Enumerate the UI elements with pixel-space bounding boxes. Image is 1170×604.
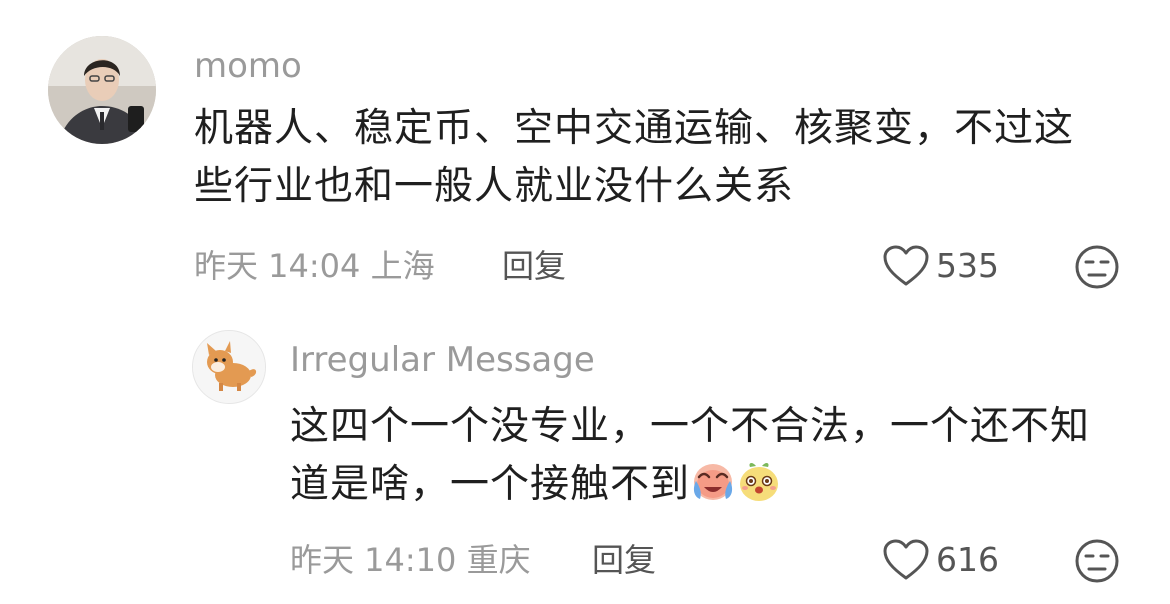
comment-time: 昨天 14:10 (290, 541, 457, 579)
username[interactable]: momo (194, 46, 302, 86)
dislike-button[interactable] (1074, 244, 1120, 294)
comment-meta: 昨天 14:04 上海 (194, 246, 435, 286)
like-count: 535 (936, 246, 999, 285)
reply-button[interactable]: 回复 (502, 246, 566, 286)
avatar[interactable] (48, 36, 156, 144)
comment-text: 这四个一个没专业，一个不合法，一个还不知 道是啥，一个接触不到 (290, 398, 1140, 514)
comment-location: 重庆 (466, 541, 531, 579)
comment-text: 机器人、稳定币、空中交通运输、核聚变，不过这 些行业也和一般人就业没什么关系 (194, 100, 1134, 216)
avatar-image (48, 36, 156, 144)
comment-time: 昨天 14:04 (194, 247, 361, 285)
unamused-face-icon (1075, 245, 1119, 289)
comment-meta: 昨天 14:10 重庆 (290, 540, 531, 580)
reply-item: Irregular Message 这四个一个没专业，一个不合法，一个还不知 道… (0, 300, 1170, 604)
comment-text-line: 道是啥，一个接触不到 (290, 456, 1140, 514)
comment-location: 上海 (370, 247, 435, 285)
surprised-pear-face-icon (740, 463, 779, 501)
crying-laughing-face-icon (693, 464, 733, 500)
unamused-face-icon (1075, 539, 1119, 583)
like-button[interactable]: 616 (882, 538, 999, 582)
dislike-button[interactable] (1074, 538, 1120, 588)
avatar-image (193, 331, 265, 403)
comment-text-segment: 道是啥，一个接触不到 (290, 462, 691, 507)
heart-icon (883, 245, 929, 286)
username[interactable]: Irregular Message (290, 340, 595, 380)
comment-text-line: 这四个一个没专业，一个不合法，一个还不知 (290, 404, 1091, 449)
comment-text-line: 些行业也和一般人就业没什么关系 (194, 164, 795, 209)
reply-button[interactable]: 回复 (592, 540, 656, 580)
heart-icon (883, 539, 929, 580)
like-count: 616 (936, 540, 999, 579)
like-button[interactable]: 535 (882, 244, 999, 288)
comment-item: momo 机器人、稳定币、空中交通运输、核聚变，不过这 些行业也和一般人就业没什… (0, 0, 1170, 300)
comment-text-line: 机器人、稳定币、空中交通运输、核聚变，不过这 (194, 106, 1075, 151)
avatar[interactable] (192, 330, 266, 404)
